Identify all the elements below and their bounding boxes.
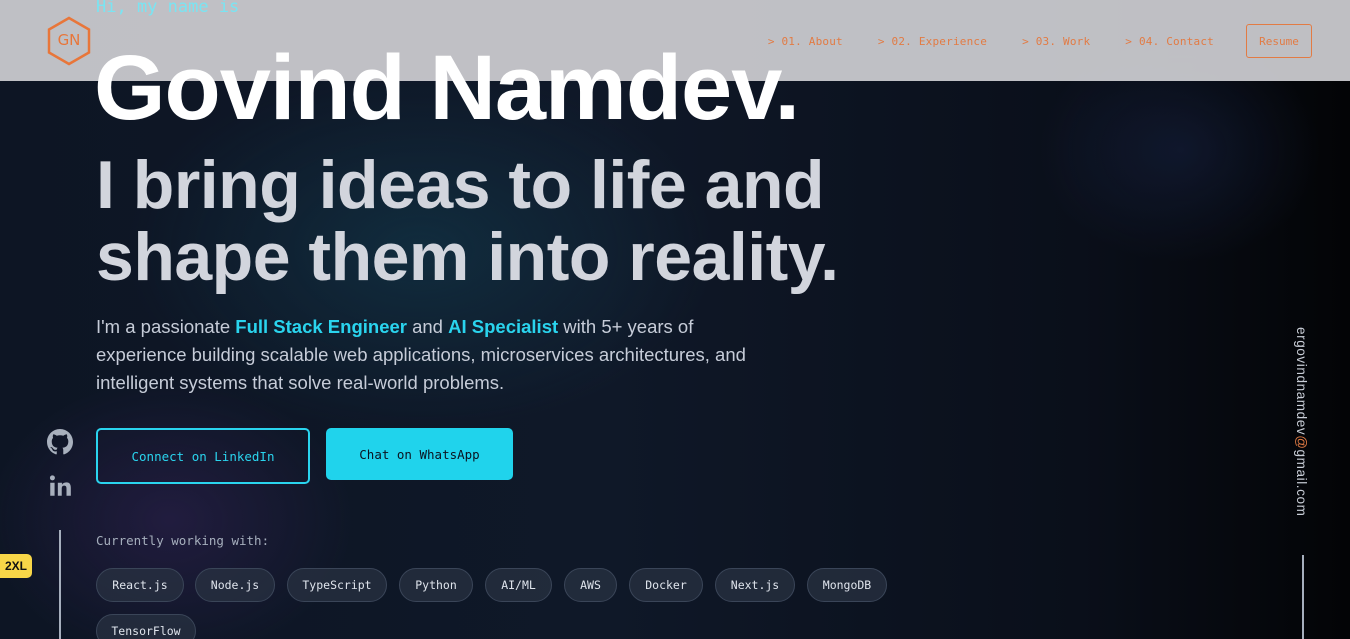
resume-button[interactable]: Resume xyxy=(1246,24,1312,58)
tech-chip-typescript: TypeScript xyxy=(287,568,387,602)
hero-name: Govind Namdev. xyxy=(94,37,800,139)
logo-text: GN xyxy=(57,31,81,49)
hero-tagline: I bring ideas to life and shape them int… xyxy=(96,147,839,295)
breakpoint-badge: 2XL xyxy=(0,554,32,578)
chat-whatsapp-button[interactable]: Chat on WhatsApp xyxy=(326,428,513,480)
intro-highlight-ai: AI Specialist xyxy=(448,316,559,337)
working-with-label: Currently working with: xyxy=(96,533,270,548)
intro-mid: and xyxy=(406,316,449,337)
greeting-text: Hi, my name is xyxy=(96,0,240,17)
nav-link-contact[interactable]: > 04. Contact xyxy=(1125,35,1214,48)
tech-chip-aws: AWS xyxy=(564,568,617,602)
email-user: ergovindnamdev xyxy=(1294,327,1309,436)
email-rail-line xyxy=(1302,555,1304,639)
github-icon[interactable] xyxy=(47,429,73,455)
tagline-line-1: I bring ideas to life and xyxy=(96,147,825,223)
connect-linkedin-button[interactable]: Connect on LinkedIn xyxy=(96,428,310,484)
tech-chip-node: Node.js xyxy=(195,568,275,602)
tech-chip-python: Python xyxy=(399,568,473,602)
intro-prefix: I'm a passionate xyxy=(96,316,236,337)
tech-chip-nextjs: Next.js xyxy=(715,568,795,602)
tech-chip-tensorflow: TensorFlow xyxy=(96,614,196,639)
tech-chip-docker: Docker xyxy=(629,568,703,602)
main-nav: > 01. About > 02. Experience > 03. Work … xyxy=(768,24,1312,58)
tech-chip-aiml: AI/ML xyxy=(485,568,552,602)
tech-chip-mongodb: MongoDB xyxy=(807,568,887,602)
nav-link-work[interactable]: > 03. Work xyxy=(1022,35,1090,48)
intro-highlight-fullstack: Full Stack Engineer xyxy=(235,316,407,337)
tagline-line-2: shape them into reality. xyxy=(96,219,839,295)
social-rail-line xyxy=(59,530,61,639)
email-at: @ xyxy=(1294,435,1309,450)
nav-link-experience[interactable]: > 02. Experience xyxy=(878,35,987,48)
logo[interactable]: GN xyxy=(46,16,92,66)
email-link[interactable]: ergovindnamdev@gmail.com xyxy=(1294,327,1309,516)
tech-chip-react: React.js xyxy=(96,568,184,602)
email-domain: gmail.com xyxy=(1294,449,1309,517)
linkedin-icon[interactable] xyxy=(47,473,73,499)
hero-intro: I'm a passionate Full Stack Engineer and… xyxy=(96,313,776,397)
